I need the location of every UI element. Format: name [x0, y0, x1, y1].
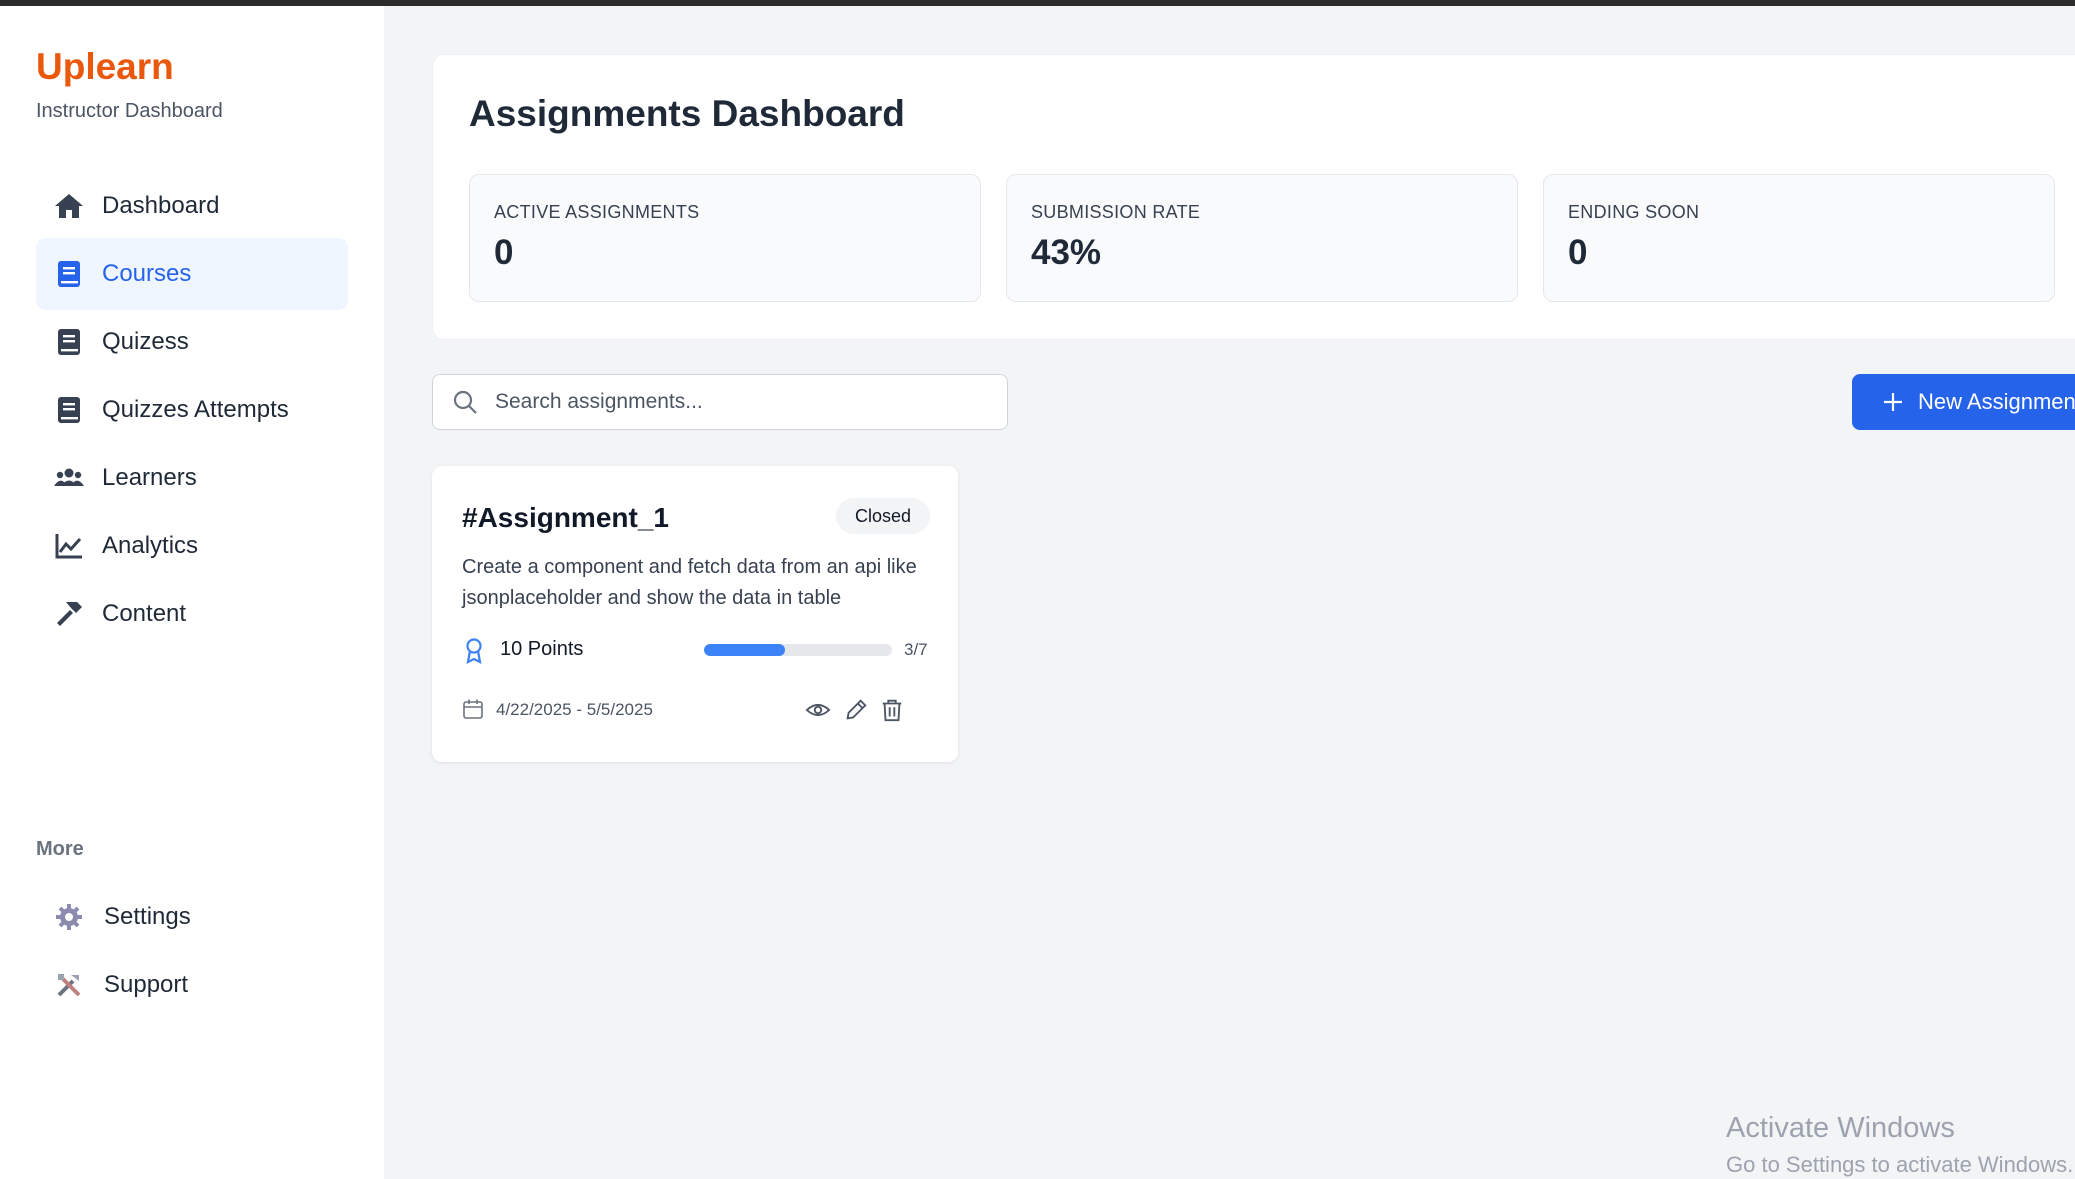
submission-progress-bar [704, 644, 892, 656]
assignment-points: 10 Points [500, 638, 584, 660]
delete-icon[interactable] [878, 696, 906, 724]
sidebar-item-support[interactable]: Support [36, 949, 348, 1021]
stat-label: SUBMISSION RATE [1031, 202, 1201, 222]
award-icon [462, 636, 486, 664]
sidebar-item-label: Analytics [102, 532, 199, 559]
sidebar-item-label: Quizzes Attempts [102, 396, 289, 423]
sidebar-item-settings[interactable]: Settings [36, 881, 348, 953]
users-icon [52, 461, 86, 495]
stat-label: ACTIVE ASSIGNMENTS [494, 202, 700, 222]
assignment-title: #Assignment_1 [462, 502, 669, 533]
sidebar-item-label: Support [104, 971, 189, 998]
stat-card-submission-rate: SUBMISSION RATE 43% [1006, 174, 1518, 302]
edit-icon[interactable] [842, 696, 870, 724]
book-icon [52, 325, 86, 359]
hammer-icon [52, 597, 86, 631]
assignment-dates: 4/22/2025 - 5/5/2025 [496, 700, 653, 719]
sidebar-item-label: Quizess [102, 328, 189, 355]
status-badge: Closed [836, 498, 930, 534]
assignment-card[interactable]: #Assignment_1 Closed Create a component … [432, 466, 958, 762]
sidebar: Uplearn Instructor Dashboard Dashboard C… [0, 6, 384, 1179]
assignment-description: Create a component and fetch data from a… [462, 556, 917, 609]
submission-count: 3/7 [904, 640, 928, 659]
page-title: Assignments Dashboard [469, 93, 905, 134]
stat-card-active-assignments: ACTIVE ASSIGNMENTS 0 [469, 174, 981, 302]
activate-windows-hint: Go to Settings to activate Windows. [1726, 1152, 2074, 1177]
sidebar-item-label: Learners [102, 464, 197, 491]
stat-value: 0 [494, 233, 514, 272]
gear-icon [52, 900, 86, 934]
stat-value: 43% [1031, 233, 1102, 272]
tools-icon [52, 968, 86, 1002]
sidebar-item-analytics[interactable]: Analytics [36, 510, 348, 582]
sidebar-section-more: More [36, 838, 84, 860]
dashboard-header-card: Assignments Dashboard ACTIVE ASSIGNMENTS… [432, 54, 2075, 340]
book-icon [52, 393, 86, 427]
brand-subtitle: Instructor Dashboard [36, 100, 223, 122]
submission-progress-fill [704, 644, 785, 656]
sidebar-item-courses[interactable]: Courses [36, 238, 348, 310]
stat-value: 0 [1568, 233, 1588, 272]
chart-line-icon [52, 529, 86, 563]
sidebar-item-quizzes-attempts[interactable]: Quizzes Attempts [36, 374, 348, 446]
home-icon [52, 189, 86, 223]
view-icon[interactable] [804, 696, 832, 724]
sidebar-item-content[interactable]: Content [36, 578, 348, 650]
sidebar-item-learners[interactable]: Learners [36, 442, 348, 514]
sidebar-item-dashboard[interactable]: Dashboard [36, 170, 348, 242]
calendar-icon [462, 698, 484, 720]
plus-icon [1882, 391, 1904, 413]
sidebar-item-label: Dashboard [102, 192, 220, 219]
sidebar-item-label: Courses [102, 260, 192, 287]
new-assignment-button[interactable]: New Assignment [1852, 374, 2075, 430]
book-icon [52, 257, 86, 291]
search-icon [451, 388, 479, 416]
stat-card-ending-soon: ENDING SOON 0 [1543, 174, 2055, 302]
sidebar-item-quizess[interactable]: Quizess [36, 306, 348, 378]
sidebar-item-label: Content [102, 600, 187, 627]
search-box[interactable] [432, 374, 1008, 430]
brand-logo[interactable]: Uplearn [36, 46, 174, 88]
new-assignment-label: New Assignment [1918, 389, 2075, 414]
stat-label: ENDING SOON [1568, 202, 1700, 222]
activate-windows-title: Activate Windows [1726, 1112, 1955, 1144]
sidebar-item-label: Settings [104, 903, 191, 930]
search-input[interactable] [493, 389, 997, 415]
